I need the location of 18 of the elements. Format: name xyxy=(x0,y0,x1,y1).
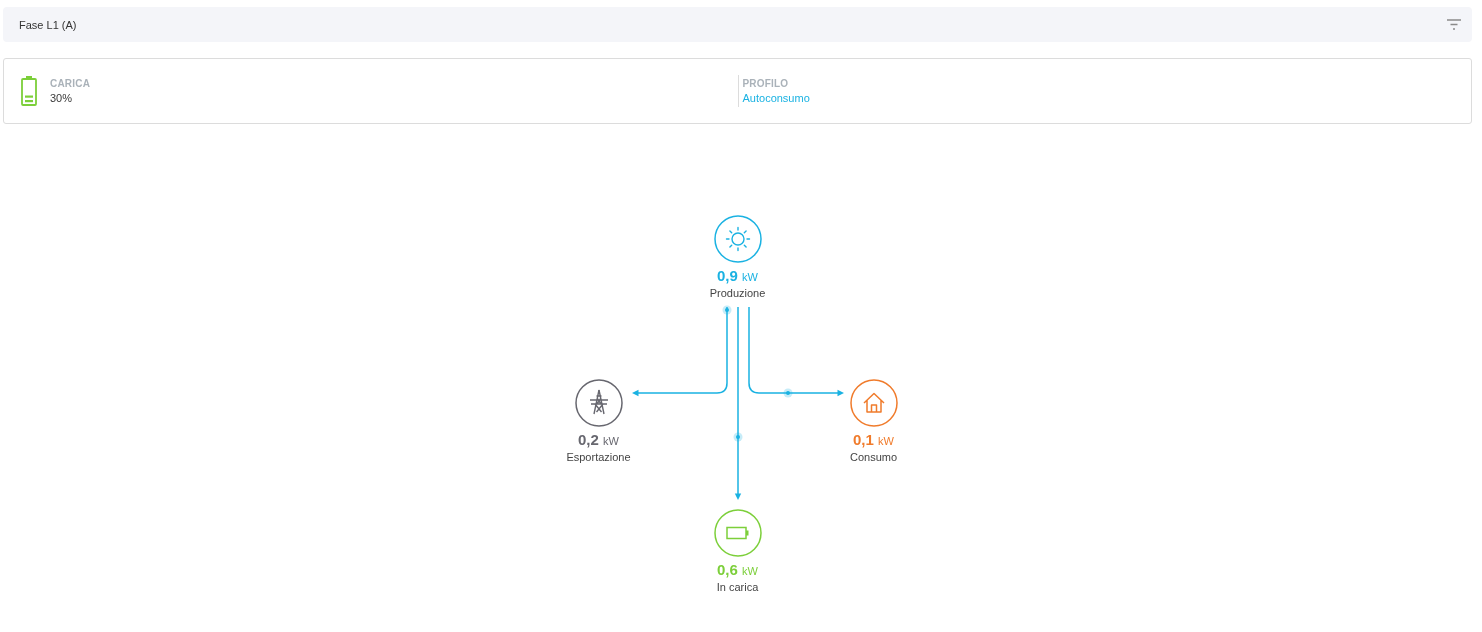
profile-value: Autoconsumo xyxy=(742,91,810,105)
flow-dot-icon xyxy=(783,388,792,398)
charge-value: 30% xyxy=(50,91,74,105)
node-label: Consumo xyxy=(849,450,898,464)
power-value: 0,9 kW xyxy=(717,267,758,286)
flow-dot-icon xyxy=(733,432,742,442)
charge-label: CARICA xyxy=(50,77,91,91)
filter-icon[interactable] xyxy=(1447,19,1461,30)
flow-dot-icon xyxy=(722,305,731,315)
profile-label: PROFILO xyxy=(742,77,790,91)
battery-icon xyxy=(21,76,37,106)
phase-title: Fase L1 (A) xyxy=(19,18,77,31)
node-label: Produzione xyxy=(709,286,766,300)
node-label: Esportazione xyxy=(566,450,631,464)
power-value: 0,6 kW xyxy=(717,561,758,580)
power-value: 0,2 kW xyxy=(578,431,619,450)
node-label: In carica xyxy=(716,580,759,594)
power-value: 0,1 kW xyxy=(853,431,894,450)
